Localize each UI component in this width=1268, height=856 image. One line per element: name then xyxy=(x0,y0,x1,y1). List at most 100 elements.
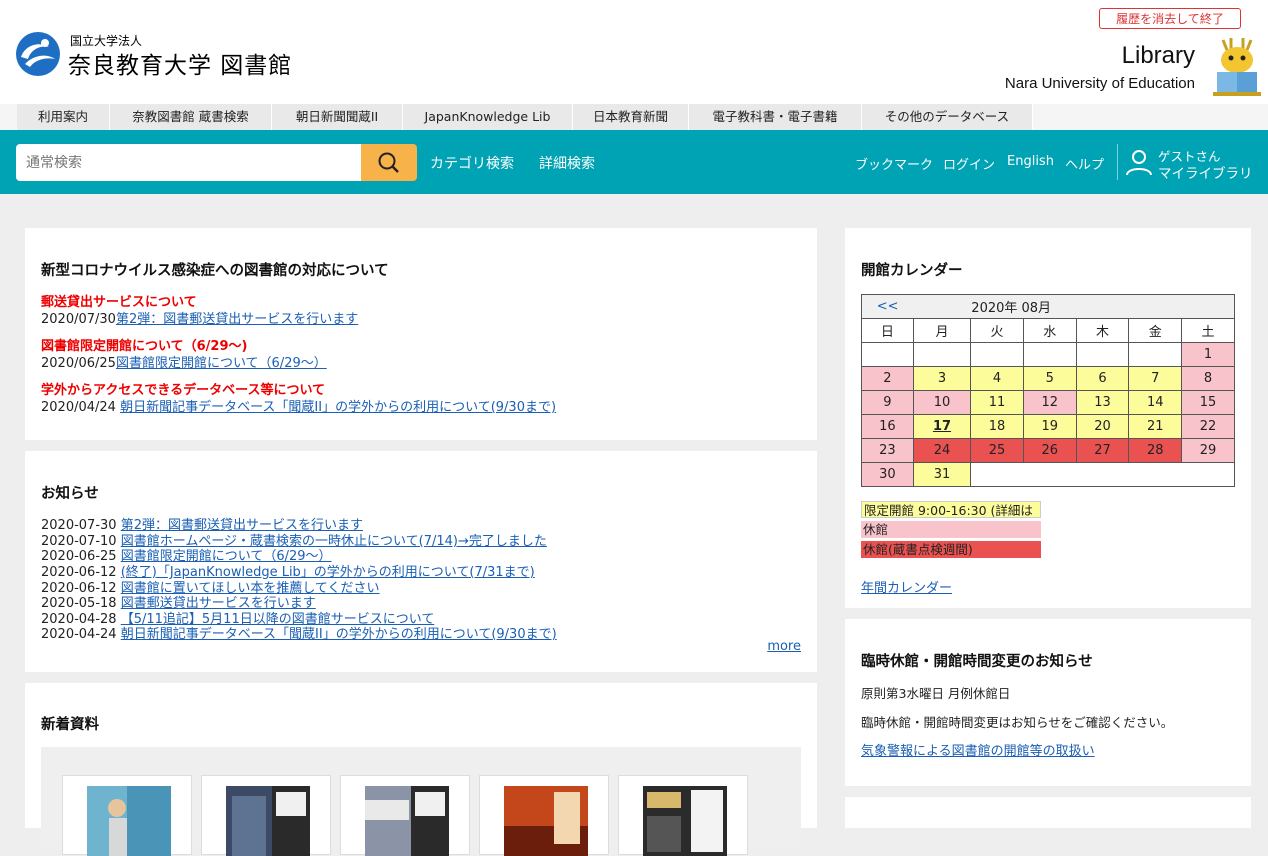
my-library-link[interactable]: マイライブラリ xyxy=(1158,162,1253,182)
opening-calendar: << 2020年 08月 日 月 火 水 木 金 土 1 2 3 4 5 6 7 8 9 10 11… xyxy=(861,294,1236,487)
weekday-header: 金 xyxy=(1128,318,1183,343)
new-materials-panel: 新着資料 xyxy=(25,683,817,856)
news-date: 2020-04-24 xyxy=(41,627,117,642)
legend-closed: 休館 xyxy=(861,521,1041,538)
calendar-day: 31 xyxy=(912,462,972,487)
tab-usage-guide[interactable]: 利用案内 xyxy=(17,104,110,130)
book-cover-image[interactable] xyxy=(87,786,171,856)
advanced-search-link[interactable]: 詳細検索 xyxy=(539,153,595,173)
calendar-week-row: 9 10 11 12 13 14 15 xyxy=(861,390,1235,415)
calendar-day: 4 xyxy=(970,366,1024,391)
book-cover-image[interactable] xyxy=(643,786,727,856)
covid-link[interactable]: 第2弾：図書郵送貸出サービスを行います xyxy=(116,312,358,327)
login-link[interactable]: ログイン xyxy=(943,154,995,173)
calendar-day: 15 xyxy=(1181,390,1235,415)
book-cover-image[interactable] xyxy=(365,786,449,856)
book-cover-image[interactable] xyxy=(504,786,588,856)
book-card[interactable] xyxy=(201,775,331,856)
calendar-day: 6 xyxy=(1075,366,1130,391)
weekday-header: 土 xyxy=(1181,318,1235,343)
calendar-month-label: 2020年 08月 xyxy=(913,294,1236,319)
calendar-empty-cell xyxy=(970,342,1024,367)
calendar-empty-cell xyxy=(970,462,1235,487)
calendar-day: 29 xyxy=(1181,438,1235,463)
calendar-day: 24 xyxy=(912,438,972,463)
bookmark-link[interactable]: ブックマーク xyxy=(855,154,933,173)
tab-japanknowledge[interactable]: JapanKnowledge Lib xyxy=(403,104,573,130)
calendar-day: 16 xyxy=(861,414,914,439)
closure-panel: 臨時休館・開館時間変更のお知らせ 原則第3水曜日 月例休館日 臨時休館・開館時間… xyxy=(845,619,1251,786)
tab-other-databases[interactable]: その他のデータベース xyxy=(862,104,1033,130)
nav-divider xyxy=(1117,144,1118,180)
calendar-day: 20 xyxy=(1075,414,1130,439)
category-search-link[interactable]: カテゴリ検索 xyxy=(430,153,514,173)
covid-link[interactable]: 図書館限定開館について（6/29～） xyxy=(116,356,327,371)
site-header: 国立大学法人 奈良教育大学 図書館 履歴を消去して終了 Library Nara… xyxy=(0,0,1268,104)
english-link[interactable]: English xyxy=(1007,154,1054,169)
calendar-empty-cell xyxy=(912,342,972,367)
tab-education-news[interactable]: 日本教育新聞 xyxy=(573,104,689,130)
annual-calendar-link[interactable]: 年間カレンダー xyxy=(861,577,952,596)
prev-month-link[interactable]: << xyxy=(877,299,899,314)
calendar-week-row: 2345678 xyxy=(861,366,1235,391)
help-link[interactable]: ヘルプ xyxy=(1065,154,1104,173)
calendar-day: 12 xyxy=(1022,390,1077,415)
search-button[interactable] xyxy=(361,144,417,181)
calendar-day: 8 xyxy=(1181,366,1235,391)
calendar-week-row: 1 xyxy=(861,342,1235,367)
university-logo-icon[interactable] xyxy=(15,31,61,77)
calendar-day: 14 xyxy=(1128,390,1183,415)
calendar-week-row: 16 17 18 19 20 21 22 xyxy=(861,414,1235,439)
calendar-day: 28 xyxy=(1128,438,1183,463)
new-materials-title: 新着資料 xyxy=(41,717,99,733)
calendar-empty-cell xyxy=(1022,342,1077,367)
user-icon[interactable] xyxy=(1125,148,1153,176)
calendar-week-row: 30 31 xyxy=(861,462,1235,487)
news-link[interactable]: 朝日新聞記事データベース「聞蔵II」の学外からの利用について(9/30まで) xyxy=(121,627,557,642)
calendar-empty-cell xyxy=(1128,342,1183,367)
closure-line-1: 原則第3水曜日 月例休館日 xyxy=(861,686,1011,701)
calendar-day-today: 17 xyxy=(912,414,972,439)
closure-title: 臨時休館・開館時間変更のお知らせ xyxy=(861,654,1093,670)
calendar-day: 27 xyxy=(1075,438,1130,463)
weather-warning-link[interactable]: 気象警報による図書館の開館等の取扱い xyxy=(861,740,1095,759)
calendar-panel: 開館カレンダー << 2020年 08月 日 月 火 水 木 金 土 12345… xyxy=(845,228,1251,608)
weekday-header: 火 xyxy=(970,318,1024,343)
book-card[interactable] xyxy=(62,775,192,856)
sidebar-panel xyxy=(845,797,1251,828)
covid-item: 2020/04/24 朝日新聞記事データベース「聞蔵II」の学外からの利用につい… xyxy=(41,396,556,415)
search-icon xyxy=(378,152,399,173)
search-input[interactable] xyxy=(16,144,361,181)
calendar-day: 19 xyxy=(1022,414,1077,439)
tab-asahi[interactable]: 朝日新聞聞蔵II xyxy=(272,104,403,130)
covid-panel: 新型コロナウイルス感染症への図書館の対応について 郵送貸出サービスについて 20… xyxy=(25,228,817,440)
legend-limited-open: 限定開館 9:00-16:30 (詳細は xyxy=(861,501,1041,518)
legend-inventory-closed: 休館(蔵書点検週間) xyxy=(861,541,1041,558)
library-name[interactable]: 奈良教育大学 図書館 xyxy=(68,46,292,80)
tab-catalog-search[interactable]: 奈教図書館 蔵書検索 xyxy=(110,104,272,130)
covid-date: 2020/07/30 xyxy=(41,312,116,327)
calendar-day: 21 xyxy=(1128,414,1183,439)
calendar-day: 10 xyxy=(912,390,972,415)
book-card[interactable] xyxy=(479,775,609,856)
calendar-day: 3 xyxy=(912,366,972,391)
book-cover-image[interactable] xyxy=(226,786,310,856)
book-card[interactable] xyxy=(340,775,470,856)
book-card[interactable] xyxy=(618,775,748,856)
calendar-prev-link[interactable]: << xyxy=(861,294,914,319)
covid-link[interactable]: 朝日新聞記事データベース「聞蔵II」の学外からの利用について(9/30まで) xyxy=(120,400,556,415)
covid-date: 2020/06/25 xyxy=(41,356,116,371)
book-carousel xyxy=(41,747,801,856)
weekday-header: 日 xyxy=(861,318,914,343)
tab-ebooks[interactable]: 電子教科書・電子書籍 xyxy=(689,104,862,130)
closure-line-2: 臨時休館・開館時間変更はお知らせをご確認ください。 xyxy=(861,715,1174,730)
calendar-day: 11 xyxy=(970,390,1024,415)
calendar-day: 2 xyxy=(861,366,914,391)
clear-history-button[interactable]: 履歴を消去して終了 xyxy=(1099,8,1241,29)
weekday-row: 日 月 火 水 木 金 土 xyxy=(861,318,1235,343)
calendar-title: 開館カレンダー xyxy=(861,263,963,279)
news-more-link[interactable]: more xyxy=(767,639,801,654)
library-subtitle: Nara University of Education xyxy=(1004,75,1195,92)
calendar-day: 1 xyxy=(1181,342,1235,367)
calendar-day: 25 xyxy=(970,438,1024,463)
